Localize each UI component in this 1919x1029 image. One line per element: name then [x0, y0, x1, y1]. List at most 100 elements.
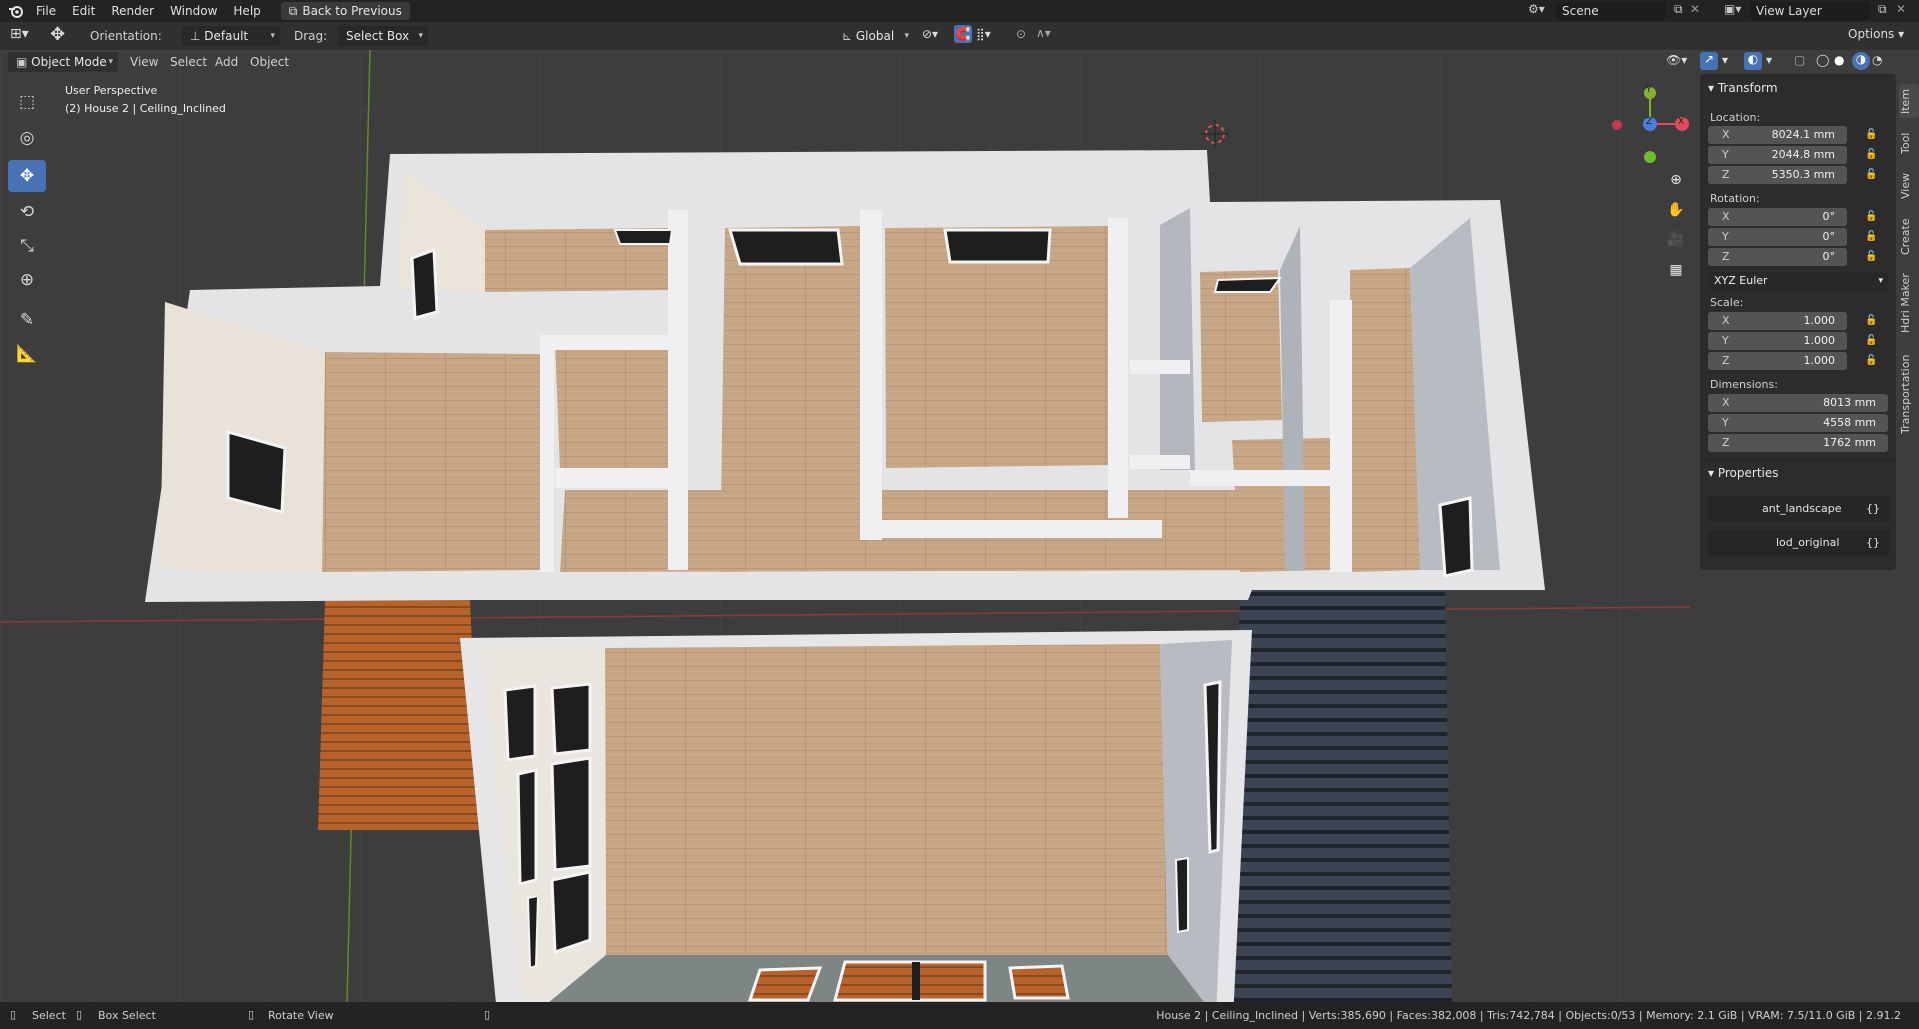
transform-orientation-dropdown[interactable]: ⊾ Global ▾	[834, 26, 914, 46]
rotation-z-field[interactable]: Z 0°	[1708, 248, 1847, 266]
properties-section-header[interactable]: ▾ Properties	[1700, 460, 1896, 484]
new-view-layer-icon[interactable]: ⧉	[1878, 2, 1887, 17]
annotate-tool-icon[interactable]: ✎	[8, 304, 46, 336]
zoom-icon[interactable]: ⊕	[1662, 166, 1690, 194]
xray-toggle-icon[interactable]: ▢	[1794, 53, 1805, 67]
collapse-arrow-icon: ▾	[1708, 466, 1718, 480]
dimensions-y-field[interactable]: Y 4558 mm	[1708, 414, 1888, 432]
3d-viewport[interactable]: Y X Z ⊕ ✋ 🎥 ▦ User Perspective (2) House…	[0, 50, 1690, 1002]
viewport-header: ▣ Object Mode ▾ View Select Add Object 👁…	[0, 50, 1728, 74]
rotation-mode-dropdown[interactable]: XYZ Euler ▾	[1708, 272, 1888, 290]
rendered-shading-icon[interactable]: ◔	[1872, 53, 1882, 67]
pan-hand-icon[interactable]: ✋	[1662, 196, 1690, 224]
property-brackets-icon[interactable]: {}	[1866, 496, 1880, 522]
solid-shading-icon[interactable]: ●	[1834, 53, 1844, 67]
axis-label: Y	[1722, 416, 1729, 429]
gizmo-options-icon[interactable]: ▾	[1722, 53, 1728, 67]
lock-icon[interactable]: 🔓	[1865, 231, 1877, 242]
wireframe-shading-icon[interactable]: ◯	[1816, 53, 1829, 67]
measure-tool-icon[interactable]: 📐	[8, 338, 46, 370]
tab-item[interactable]: Item	[1899, 84, 1919, 118]
tab-transportation[interactable]: Transportation	[1899, 344, 1919, 444]
axis-label: X	[1722, 396, 1730, 409]
overlay-toggle-icon[interactable]: ◐	[1744, 52, 1762, 70]
orientation-value: Default	[204, 29, 249, 43]
lock-icon[interactable]: 🔓	[1865, 251, 1877, 262]
lock-icon[interactable]: 🔓	[1865, 335, 1877, 346]
mouse-middle-icon: ▯	[248, 1008, 255, 1021]
location-z-field[interactable]: Z 5350.3 mm	[1708, 166, 1847, 184]
lock-icon[interactable]: 🔓	[1865, 211, 1877, 222]
lock-icon[interactable]: 🔓	[1865, 129, 1877, 140]
cursor-tool-icon[interactable]: ◎	[8, 122, 46, 154]
dimensions-z-field[interactable]: Z 1762 mm	[1708, 434, 1888, 452]
menu-help[interactable]: Help	[225, 0, 268, 22]
tab-hdri-maker[interactable]: Hdri Maker	[1899, 268, 1919, 338]
scene-selector[interactable]: ⚙▾ Scene ⧉ ✕	[1524, 2, 1704, 20]
visibility-icon[interactable]: 👁▾	[1666, 53, 1687, 67]
lock-icon[interactable]: 🔓	[1865, 149, 1877, 160]
rotation-y-field[interactable]: Y 0°	[1708, 228, 1847, 246]
tab-tool[interactable]: Tool	[1899, 126, 1919, 160]
pivot-point-icon[interactable]: ⊘▾	[922, 27, 938, 41]
lock-icon[interactable]: 🔓	[1865, 169, 1877, 180]
viewport-menu-add[interactable]: Add	[215, 52, 238, 72]
transform-section-header[interactable]: ▾ Transform	[1700, 76, 1896, 100]
gizmo-toggle-icon[interactable]: ↗	[1700, 52, 1718, 70]
rotate-tool-icon[interactable]: ⟲	[8, 196, 46, 228]
view-layer-name-field[interactable]: View Layer	[1750, 2, 1870, 20]
viewport-menu-select[interactable]: Select	[170, 52, 207, 72]
menu-render[interactable]: Render	[103, 0, 162, 22]
axis-label: Y	[1722, 334, 1729, 347]
back-icon: ⧉	[288, 4, 298, 18]
property-lod-original[interactable]: lod_original {}	[1708, 530, 1890, 556]
scale-y-field[interactable]: Y 1.000	[1708, 332, 1847, 350]
delete-view-layer-icon[interactable]: ✕	[1896, 2, 1906, 16]
axis-label: Z	[1722, 354, 1730, 367]
dimensions-x-field[interactable]: X 8013 mm	[1708, 394, 1888, 412]
object-mode-dropdown[interactable]: ▣ Object Mode ▾	[8, 52, 118, 72]
snap-target-icon[interactable]: ⣿▾	[976, 27, 991, 41]
orientation-dropdown[interactable]: ⊥ Default ▾	[182, 26, 280, 46]
move-tool-icon[interactable]: ✥	[8, 160, 46, 192]
view-layer-selector[interactable]: ▣▾ View Layer ⧉ ✕	[1722, 2, 1912, 20]
scale-tool-icon[interactable]: ⤡	[8, 230, 46, 262]
lock-icon[interactable]: 🔓	[1865, 355, 1877, 366]
options-dropdown[interactable]: Options ▾	[1848, 27, 1904, 41]
proportional-edit-icon[interactable]: ⊙	[1016, 27, 1026, 41]
back-to-previous-button[interactable]: ⧉ Back to Previous	[280, 2, 410, 20]
transform-tool-icon[interactable]: ⊕	[8, 264, 46, 296]
overlay-options-icon[interactable]: ▾	[1766, 53, 1772, 67]
scale-x-field[interactable]: X 1.000	[1708, 312, 1847, 330]
camera-view-icon[interactable]: 🎥	[1662, 226, 1690, 254]
new-scene-icon[interactable]: ⧉	[1674, 2, 1683, 17]
blender-logo-icon[interactable]	[8, 3, 24, 19]
perspective-toggle-icon[interactable]: ▦	[1662, 256, 1690, 284]
viewport-menu-view[interactable]: View	[130, 52, 158, 72]
location-y-field[interactable]: Y 2044.8 mm	[1708, 146, 1847, 164]
falloff-icon[interactable]: ∧▾	[1036, 26, 1051, 40]
snap-toggle-icon[interactable]: 🧲	[954, 25, 972, 43]
delete-scene-icon[interactable]: ✕	[1690, 2, 1700, 16]
viewport-menu-object[interactable]: Object	[250, 52, 289, 72]
scene-name-field[interactable]: Scene	[1556, 2, 1666, 20]
property-brackets-icon[interactable]: {}	[1866, 530, 1880, 556]
scale-y-value: 1.000	[1803, 334, 1836, 347]
tab-view[interactable]: View	[1899, 168, 1919, 204]
tab-create[interactable]: Create	[1899, 212, 1919, 262]
property-ant-landscape[interactable]: ant_landscape {}	[1708, 496, 1890, 522]
back-to-previous-label: Back to Previous	[302, 4, 402, 18]
rotation-x-value: 0°	[1822, 210, 1836, 223]
drag-dropdown[interactable]: Select Box ▾	[338, 26, 428, 46]
menu-edit[interactable]: Edit	[64, 0, 103, 22]
scale-z-field[interactable]: Z 1.000	[1708, 352, 1847, 370]
select-box-tool-icon[interactable]: ⬚	[8, 86, 46, 118]
axis-label: X	[1722, 128, 1730, 141]
editor-type-icon[interactable]: ⊞▾	[10, 26, 29, 42]
menu-window[interactable]: Window	[162, 0, 225, 22]
location-x-field[interactable]: X 8024.1 mm	[1708, 126, 1847, 144]
menu-file[interactable]: File	[28, 0, 64, 22]
rotation-x-field[interactable]: X 0°	[1708, 208, 1847, 226]
lock-icon[interactable]: 🔓	[1865, 315, 1877, 326]
material-shading-icon[interactable]: ◑	[1852, 52, 1870, 70]
